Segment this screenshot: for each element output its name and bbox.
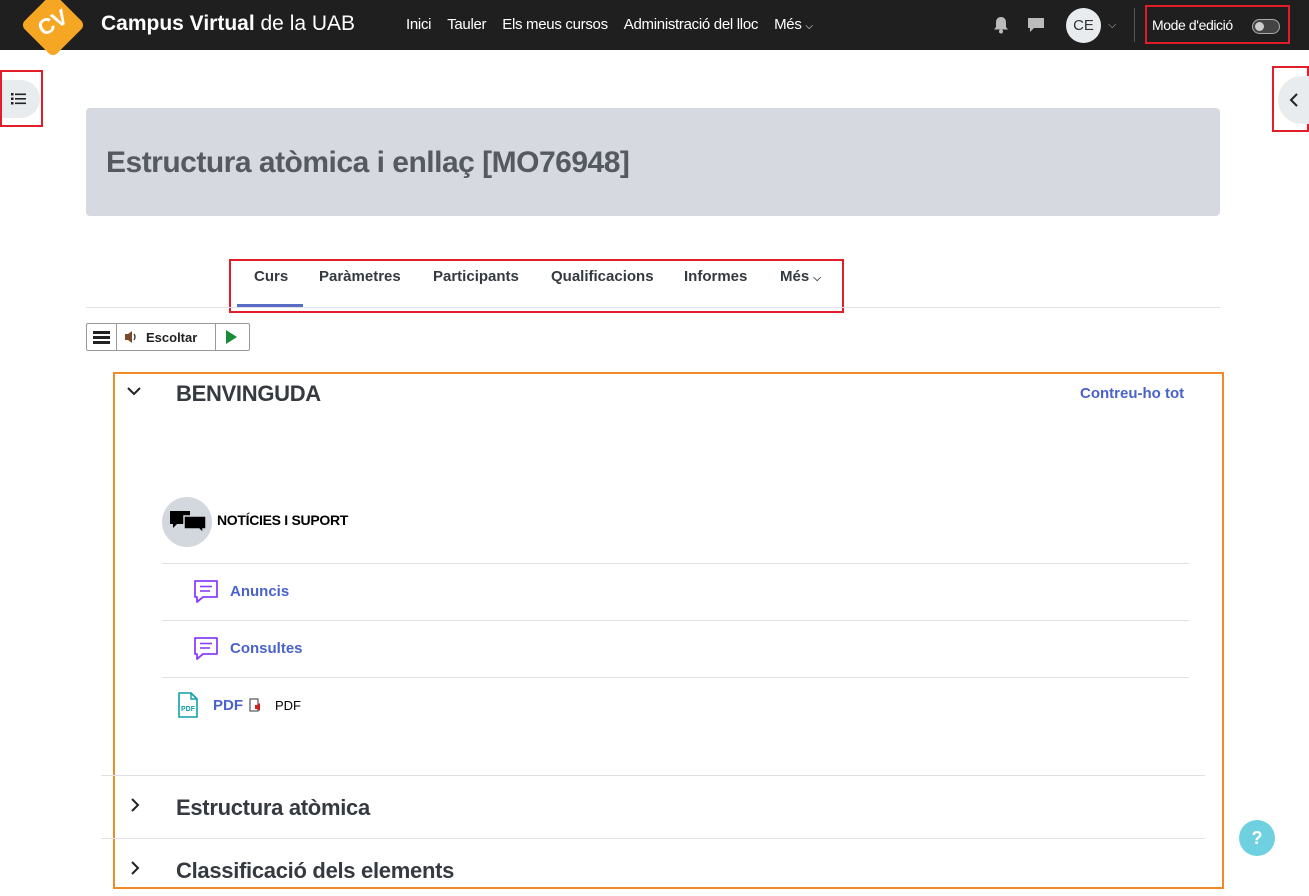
nav-item-inici[interactable]: Inici	[406, 16, 431, 33]
activity-link-pdf[interactable]: PDF	[213, 697, 243, 714]
activity-link-anuncis[interactable]: Anuncis	[230, 583, 289, 600]
tab-curs[interactable]: Curs	[254, 268, 288, 285]
tabs-divider	[86, 307, 1220, 308]
nav-item-administracio[interactable]: Administració del lloc	[624, 16, 759, 33]
nav-mes-label: Més	[774, 16, 802, 33]
bell-icon[interactable]	[993, 16, 1009, 34]
tab-parametres[interactable]: Paràmetres	[319, 268, 401, 285]
course-index-pill	[2, 80, 40, 118]
tab-mes[interactable]: Més ⌵	[780, 268, 821, 285]
forum-icon	[194, 637, 218, 660]
edit-mode-label: Mode d'edició	[1152, 17, 1233, 33]
activity-divider	[162, 563, 1189, 564]
activity-link-consultes[interactable]: Consultes	[230, 640, 303, 657]
section-divider	[101, 775, 1205, 776]
forum-icon	[170, 511, 207, 535]
chevron-down-icon[interactable]: ⌵	[1108, 19, 1116, 32]
section-title-estructura[interactable]: Estructura atòmica	[176, 795, 370, 821]
tts-listen-button[interactable]: Escoltar	[146, 330, 197, 345]
brand-rest: de la UAB	[260, 12, 356, 35]
block-drawer-toggle[interactable]	[1272, 66, 1309, 132]
nav-item-els-meus-cursos[interactable]: Els meus cursos	[502, 16, 608, 33]
list-icon	[11, 93, 26, 105]
help-button[interactable]: ?	[1239, 820, 1275, 856]
text-to-speech-bar: Escoltar	[86, 323, 250, 351]
user-avatar[interactable]: CE	[1066, 8, 1101, 43]
page-title: Estructura atòmica i enllaç [MO76948]	[106, 146, 630, 179]
pdf-type-note: PDF	[275, 698, 301, 713]
navbar-divider	[1134, 8, 1135, 42]
site-logo[interactable]: CV	[20, 0, 86, 58]
svg-text:PDF: PDF	[181, 706, 196, 713]
section-toggle-classificacio[interactable]	[128, 860, 142, 881]
play-icon	[226, 330, 237, 344]
chevron-right-icon	[131, 798, 140, 812]
activity-divider	[162, 620, 1189, 621]
section-title-benvinguda[interactable]: BENVINGUDA	[176, 381, 321, 407]
section-divider	[101, 838, 1205, 839]
chevron-left-icon	[1289, 93, 1298, 107]
chevron-right-icon	[131, 861, 140, 875]
tab-informes[interactable]: Informes	[684, 268, 747, 285]
site-brand[interactable]: Campus Virtual de la UAB	[101, 12, 355, 36]
collapse-all-link[interactable]: Contreu-ho tot	[1080, 385, 1184, 402]
block-drawer-pill	[1278, 76, 1309, 124]
chevron-down-icon: ⌵	[805, 21, 813, 32]
chevron-down-icon	[127, 387, 141, 396]
section-title-classificacio[interactable]: Classificació dels elements	[176, 858, 454, 884]
nav-item-tauler[interactable]: Tauler	[447, 16, 486, 33]
section-toggle-estructura[interactable]	[128, 797, 142, 818]
messages-icon[interactable]	[1027, 17, 1045, 33]
tts-menu-button[interactable]	[87, 324, 117, 350]
course-index-toggle[interactable]	[0, 70, 43, 127]
brand-bold: Campus Virtual	[101, 12, 255, 35]
forum-icon	[194, 580, 218, 603]
pdf-icon: PDF	[178, 692, 198, 718]
tts-play-button[interactable]	[215, 324, 249, 350]
read-aloud-icon[interactable]	[249, 698, 263, 714]
primary-nav: Inici Tauler Els meus cursos Administrac…	[406, 16, 813, 33]
subsection-icon-circle	[162, 497, 212, 547]
subsection-title: NOTÍCIES I SUPORT	[217, 512, 349, 528]
nav-item-mes[interactable]: Més ⌵	[774, 16, 813, 33]
activity-divider	[162, 677, 1189, 678]
section-toggle-benvinguda[interactable]	[126, 383, 142, 404]
tab-qualificacions[interactable]: Qualificacions	[551, 268, 654, 285]
chevron-down-icon: ⌵	[813, 273, 821, 284]
tab-mes-label: Més	[780, 268, 810, 285]
edit-mode-toggle[interactable]	[1252, 19, 1280, 34]
speaker-icon	[125, 331, 136, 343]
tab-participants[interactable]: Participants	[433, 268, 519, 285]
